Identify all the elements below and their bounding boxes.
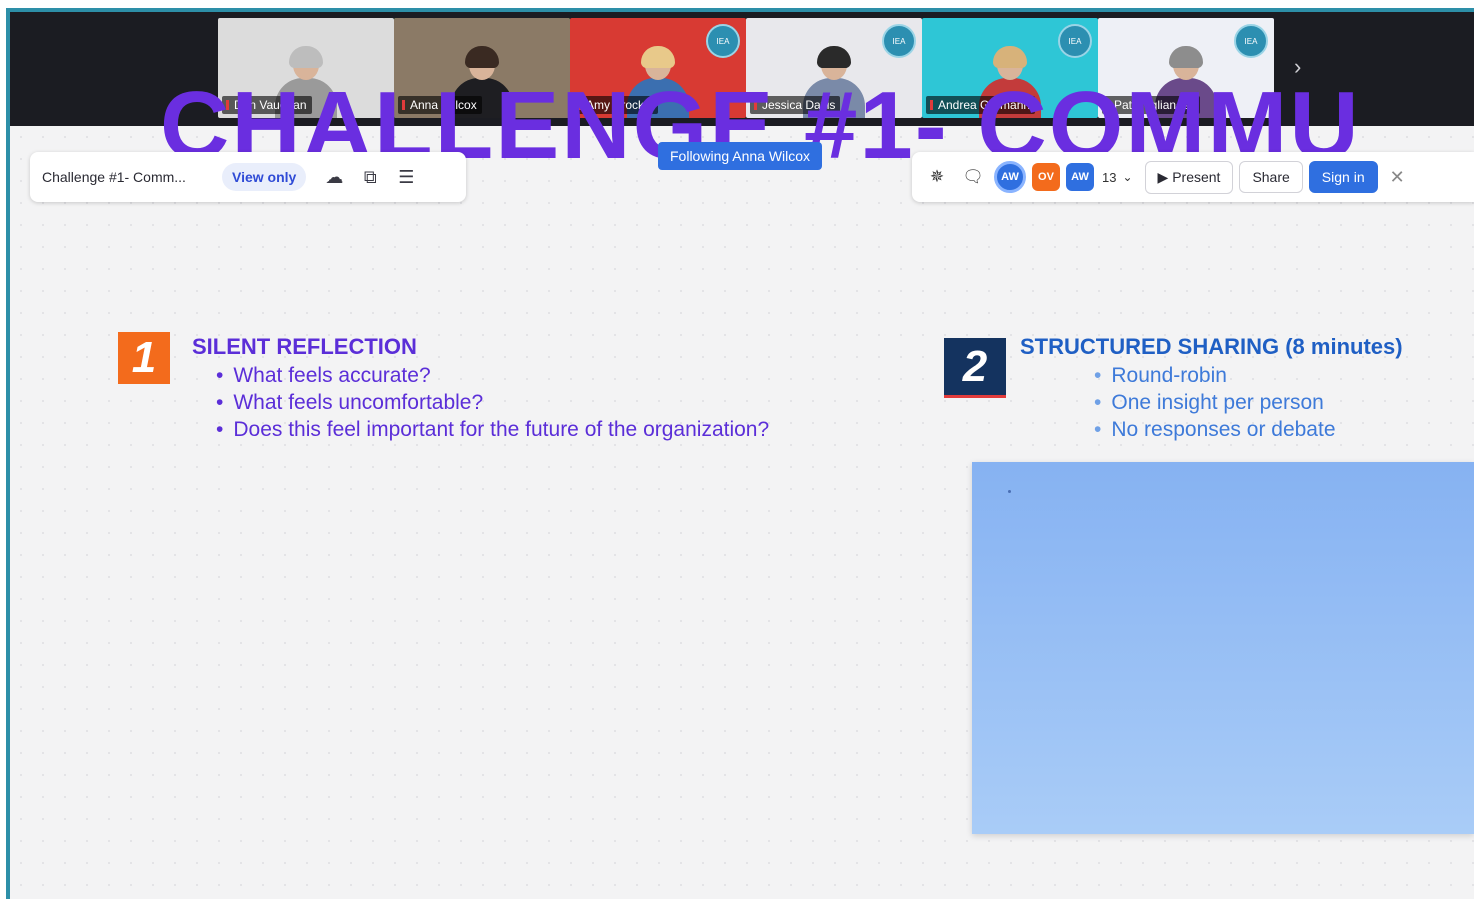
cloud-icon: ☁ [325,166,344,187]
step-2-number: 2 [944,338,1006,398]
sign-in-button[interactable]: Sign in [1308,161,1378,193]
sticky-note[interactable] [972,462,1474,834]
reactions-icon[interactable]: ✵ [922,167,952,187]
list-item: What feels uncomfortable? [216,389,769,416]
step-2-title: STRUCTURED SHARING (8 minutes) [1020,334,1403,359]
comment-icon[interactable]: 🗨 [958,167,988,187]
view-only-badge[interactable]: View only [222,163,307,191]
list-item: Does this feel important for the future … [216,416,769,443]
collab-toolbar: ✵ 🗨 AW OV AW 13 ⌄ ▶ Present Share Sign i… [912,152,1474,202]
present-button[interactable]: ▶ Present [1144,160,1234,194]
whiteboard-canvas[interactable]: CHALLENGE #1- COMMU Challenge #1- Comm..… [10,78,1474,899]
org-badge-icon: IEA [1058,24,1092,58]
org-badge-icon: IEA [1234,24,1268,58]
collaborator-count[interactable]: 13 [1102,170,1116,185]
avatar-followed[interactable]: AW [994,161,1026,193]
list-item: Round-robin [1094,362,1336,389]
cursor-dot [1008,490,1011,493]
org-badge-icon: IEA [706,24,740,58]
frames-icon[interactable]: ⧉ [352,167,388,188]
avatar[interactable]: OV [1032,163,1060,191]
step-1-title: SILENT REFLECTION [192,334,417,359]
menu-icon[interactable]: ☰ [388,167,424,188]
org-badge-icon: IEA [882,24,916,58]
close-icon[interactable]: ✕ [1390,167,1405,188]
chevron-down-icon[interactable]: ⌄ [1122,170,1132,184]
present-label: Present [1172,168,1221,185]
share-button[interactable]: Share [1239,161,1303,193]
step-1-bullets: What feels accurate? What feels uncomfor… [216,362,769,443]
step-2-bullets: Round-robin One insight per person No re… [1094,362,1336,443]
list-item: One insight per person [1094,389,1336,416]
board-name[interactable]: Challenge #1- Comm... [42,169,222,185]
step-1-number: 1 [118,332,170,384]
following-indicator[interactable]: Following Anna Wilcox [658,142,823,170]
list-item: What feels accurate? [216,362,769,389]
board-toolbar: Challenge #1- Comm... View only ☁ ⧉ ☰ [30,152,466,202]
list-item: No responses or debate [1094,416,1335,443]
app-frame: IEA Pat Coglianese IEA Andrea Germann IEA Jes… [6,8,1474,899]
avatar[interactable]: AW [1066,163,1094,191]
